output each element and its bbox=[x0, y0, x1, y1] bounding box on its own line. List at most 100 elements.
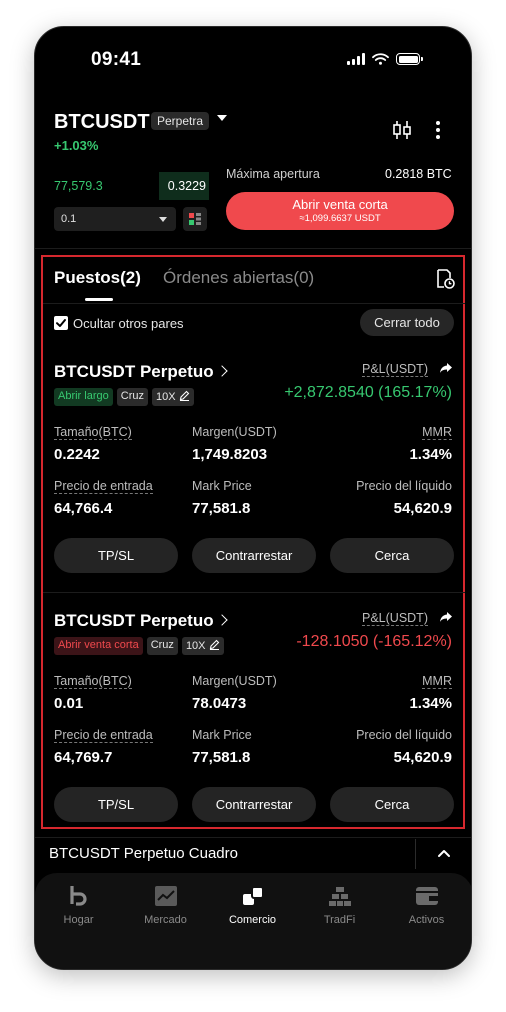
wallet-icon bbox=[415, 887, 438, 905]
entry-price-value: 64,766.4 bbox=[54, 500, 113, 517]
more-vertical-icon[interactable] bbox=[432, 119, 444, 141]
position-title[interactable]: BTCUSDT Perpetuo bbox=[54, 611, 228, 631]
margin-value: 1,749.8203 bbox=[192, 446, 268, 463]
open-short-button[interactable]: Abrir venta corta ≈1,099.6637 USDT bbox=[226, 192, 454, 230]
tab-active-indicator bbox=[85, 298, 113, 301]
divider bbox=[35, 837, 471, 838]
pair-title[interactable]: BTCUSDT bbox=[54, 111, 150, 134]
size-label: Tamaño(BTC) bbox=[54, 674, 132, 689]
divider bbox=[415, 839, 416, 869]
market-chart-icon bbox=[154, 886, 177, 906]
leverage-value: 10X bbox=[155, 391, 176, 403]
nav-home[interactable]: Hogar bbox=[35, 883, 122, 926]
hide-other-pairs-checkbox[interactable] bbox=[54, 316, 68, 330]
side-badge: Abrir venta corta bbox=[54, 637, 143, 655]
liq-price-value: 54,620.9 bbox=[393, 500, 452, 517]
chevron-down-icon bbox=[159, 217, 167, 222]
chevron-right-icon bbox=[215, 614, 228, 626]
mmr-value: 1.34% bbox=[409, 695, 452, 712]
chevron-down-icon[interactable] bbox=[217, 115, 227, 121]
mark-price-value: 77,581.8 bbox=[192, 749, 251, 766]
contract-type-badge[interactable]: Perpetra bbox=[151, 112, 210, 130]
pnl-label-text: P&L(USDT) bbox=[362, 611, 428, 626]
open-short-amount: ≈1,099.6637 USDT bbox=[299, 213, 381, 224]
max-open-label: Máxima apertura bbox=[226, 167, 320, 181]
orderbook-size[interactable]: 0.3229 bbox=[159, 172, 209, 200]
nav-trade[interactable]: Comercio bbox=[209, 883, 296, 926]
home-icon bbox=[69, 886, 87, 906]
nav-label: TradFi bbox=[323, 914, 356, 926]
counter-button[interactable]: Contrarrestar bbox=[192, 538, 316, 573]
orderbook-layout-icon bbox=[189, 213, 201, 225]
quantity-value: 0.1 bbox=[61, 213, 77, 225]
divider bbox=[43, 303, 465, 304]
entry-price-label: Precio de entrada bbox=[54, 728, 153, 743]
divider bbox=[35, 248, 471, 249]
liq-price-value: 54,620.9 bbox=[393, 749, 452, 766]
nav-tradfi[interactable]: TradFi bbox=[296, 883, 383, 926]
nav-market[interactable]: Mercado bbox=[122, 883, 209, 926]
mmr-value: 1.34% bbox=[409, 446, 452, 463]
quantity-select[interactable]: 0.1 bbox=[54, 207, 176, 231]
pnl-label: P&L(USDT) bbox=[362, 609, 428, 627]
entry-price-value: 64,769.7 bbox=[54, 749, 113, 766]
margin-mode-badge: Cruz bbox=[116, 388, 148, 406]
pnl-value: +2,872.8540 (165.17%) bbox=[284, 384, 452, 401]
tpsl-button[interactable]: TP/SL bbox=[54, 787, 178, 822]
wifi-icon bbox=[372, 53, 389, 65]
open-short-label: Abrir venta corta bbox=[292, 197, 388, 212]
bottom-nav: Hogar Mercado Comercio TradFi Activos bbox=[35, 873, 471, 969]
close-position-button[interactable]: Cerca bbox=[330, 538, 454, 573]
tab-open-orders[interactable]: Órdenes abiertas(0) bbox=[163, 268, 314, 288]
price-change: +1.03% bbox=[54, 138, 99, 153]
liq-price-label: Precio del líquido bbox=[356, 728, 452, 742]
mmr-label: MMR bbox=[422, 674, 452, 689]
chart-bar-label[interactable]: BTCUSDT Perpetuo Cuadro bbox=[49, 845, 238, 862]
orderbook-price[interactable]: 77,579.3 bbox=[54, 179, 103, 193]
candlestick-chart-icon[interactable] bbox=[391, 119, 413, 141]
status-icons bbox=[347, 53, 423, 65]
margin-mode-badge: Cruz bbox=[146, 637, 178, 655]
divider bbox=[43, 592, 465, 593]
size-value: 0.01 bbox=[54, 695, 84, 712]
position-title-text: BTCUSDT Perpetuo bbox=[54, 611, 214, 630]
tpsl-button[interactable]: TP/SL bbox=[54, 538, 178, 573]
edit-icon bbox=[179, 390, 189, 402]
size-label: Tamaño(BTC) bbox=[54, 425, 132, 440]
margin-value: 78.0473 bbox=[192, 695, 247, 712]
nav-label: Activos bbox=[408, 914, 445, 926]
mark-price-value: 77,581.8 bbox=[192, 500, 251, 517]
order-history-icon[interactable] bbox=[434, 268, 456, 290]
close-position-button[interactable]: Cerca bbox=[330, 787, 454, 822]
nav-label: Comercio bbox=[228, 914, 277, 926]
orderbook-layout-button[interactable] bbox=[183, 207, 207, 231]
margin-label: Margen(USDT) bbox=[192, 425, 277, 439]
phone-screen: 09:41 BTCUSDT Perpetra +1.03% 77,579.3 0… bbox=[34, 26, 472, 970]
tab-positions[interactable]: Puestos(2) bbox=[54, 268, 141, 288]
tradfi-bars-icon bbox=[328, 887, 351, 906]
checkmark-icon bbox=[56, 319, 66, 327]
nav-assets[interactable]: Activos bbox=[383, 883, 470, 926]
margin-label: Margen(USDT) bbox=[192, 674, 277, 688]
pnl-label-text: P&L(USDT) bbox=[362, 362, 428, 377]
size-value: 0.2242 bbox=[54, 446, 100, 463]
battery-icon bbox=[396, 53, 423, 65]
side-badge: Abrir largo bbox=[54, 388, 113, 406]
liq-price-label: Precio del líquido bbox=[356, 479, 452, 493]
nav-label: Hogar bbox=[63, 914, 94, 926]
share-icon[interactable] bbox=[439, 362, 453, 374]
entry-price-label: Precio de entrada bbox=[54, 479, 153, 494]
position-tags: Abrir largo Cruz 10X bbox=[54, 388, 194, 406]
nav-label: Mercado bbox=[144, 914, 187, 926]
close-all-button[interactable]: Cerrar todo bbox=[360, 309, 454, 336]
leverage-badge[interactable]: 10X bbox=[151, 388, 194, 406]
counter-button[interactable]: Contrarrestar bbox=[192, 787, 316, 822]
position-title[interactable]: BTCUSDT Perpetuo bbox=[54, 362, 228, 382]
position-title-text: BTCUSDT Perpetuo bbox=[54, 362, 214, 381]
hide-other-pairs-label[interactable]: Ocultar otros pares bbox=[73, 316, 184, 331]
mark-price-label: Mark Price bbox=[192, 728, 252, 742]
share-icon[interactable] bbox=[439, 611, 453, 623]
pnl-value: -128.1050 (-165.12%) bbox=[296, 633, 452, 650]
chevron-up-icon[interactable] bbox=[437, 848, 451, 858]
trade-icon bbox=[242, 886, 264, 905]
